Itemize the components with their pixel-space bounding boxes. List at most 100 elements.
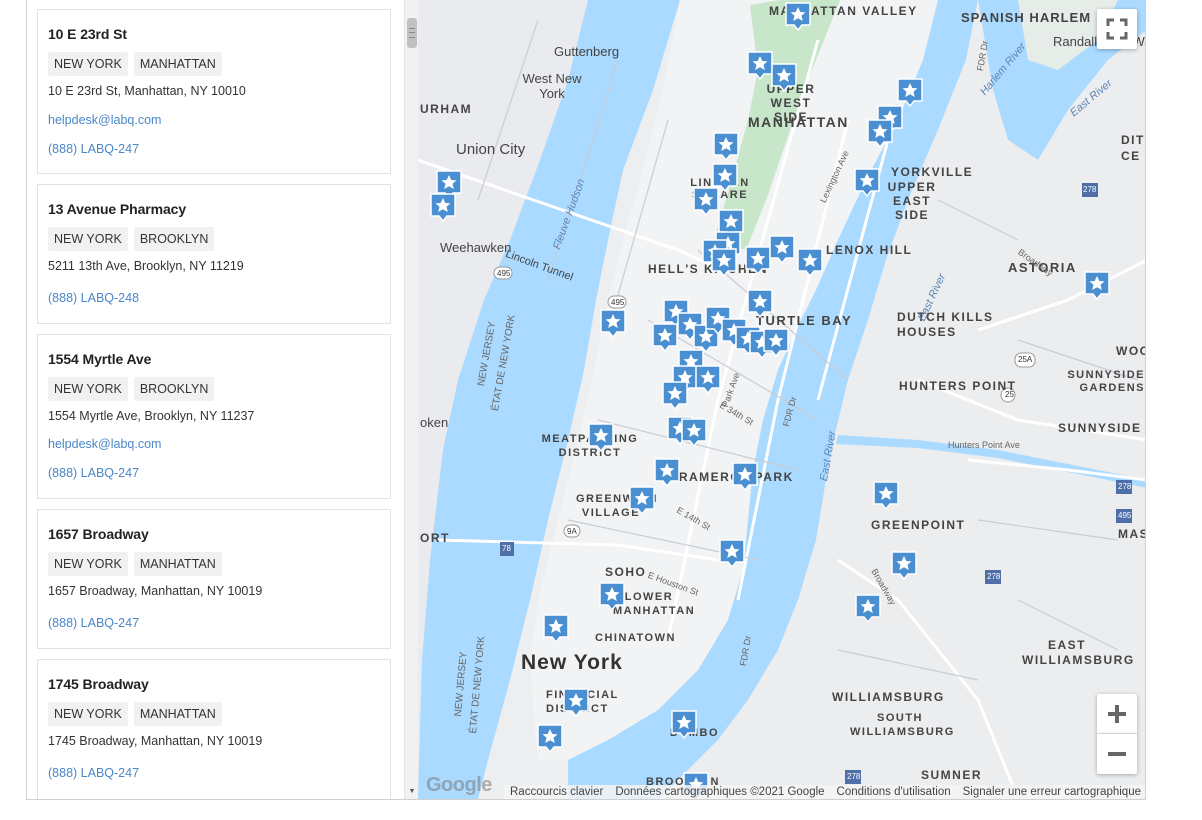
star-marker-icon [897, 78, 923, 107]
location-phone-link[interactable]: (888) LABQ-247 [48, 616, 139, 630]
location-marker[interactable] [731, 461, 759, 491]
map-label: Hunters Point Ave [948, 440, 1020, 450]
location-marker[interactable] [1083, 270, 1111, 300]
map-label: URHAM [420, 102, 473, 116]
location-marker[interactable] [872, 480, 900, 510]
location-marker[interactable] [628, 485, 656, 515]
scroll-down-arrow-icon[interactable]: ▼ [405, 787, 419, 797]
location-marker[interactable] [853, 167, 881, 197]
map-label: UPPER EAST SIDE [887, 180, 937, 222]
location-list[interactable]: 10 E 23rd St NEW YORK MANHATTAN 10 E 23r… [27, 0, 404, 799]
location-name: 13 Avenue Pharmacy [48, 201, 187, 217]
map-label: LENOX HILL [826, 243, 913, 257]
star-marker-icon [1084, 271, 1110, 300]
map-label: SOUTH WILLIAMSBURG [850, 712, 955, 738]
location-marker[interactable] [762, 327, 790, 357]
location-marker[interactable] [770, 62, 798, 92]
star-marker-icon [588, 423, 614, 452]
map-label: HUNTERS POINT [899, 379, 1017, 393]
highway-shield: 495 [497, 269, 511, 278]
map-label: SUNNYSIDE [1058, 421, 1142, 435]
star-marker-icon [693, 187, 719, 216]
state-tag: NEW YORK [48, 702, 128, 726]
scrollbar-thumb[interactable] [407, 18, 417, 48]
location-email-link[interactable]: helpdesk@labq.com [48, 437, 161, 451]
location-card[interactable]: 1657 Broadway NEW YORK MANHATTAN 1657 Br… [37, 509, 391, 649]
star-marker-icon [785, 2, 811, 31]
star-marker-icon [600, 309, 626, 338]
location-marker[interactable] [896, 77, 924, 107]
highway-shield: 495 [1118, 511, 1132, 520]
map-label: Guttenberg [554, 44, 620, 59]
location-phone-link[interactable]: (888) LABQ-247 [48, 766, 139, 780]
state-tag: NEW YORK [48, 377, 128, 401]
location-marker[interactable] [587, 422, 615, 452]
location-phone-link[interactable]: (888) LABQ-247 [48, 142, 139, 156]
location-marker[interactable] [866, 118, 894, 148]
map-label: WOO [1116, 344, 1145, 358]
star-marker-icon [563, 688, 589, 717]
location-email-link[interactable]: helpdesk@labq.com [48, 113, 161, 127]
star-marker-icon [713, 132, 739, 161]
location-marker[interactable] [890, 550, 918, 580]
map-view[interactable]: SPANISH HARLEM Randalls and Wards Island… [418, 0, 1145, 799]
fullscreen-button[interactable] [1097, 9, 1137, 49]
keyboard-shortcuts-link[interactable]: Raccourcis clavier [510, 785, 603, 799]
location-marker[interactable] [680, 417, 708, 447]
location-marker[interactable] [710, 247, 738, 277]
location-marker[interactable] [854, 593, 882, 623]
star-marker-icon [763, 328, 789, 357]
star-marker-icon [662, 381, 688, 410]
fullscreen-icon [1106, 18, 1128, 40]
star-marker-icon [891, 551, 917, 580]
highway-shield: 495 [611, 298, 625, 307]
location-marker[interactable] [661, 380, 689, 410]
star-marker-icon [719, 539, 745, 568]
grip-icon [409, 28, 415, 38]
zoom-in-button[interactable] [1097, 694, 1137, 734]
location-marker[interactable] [768, 234, 796, 264]
location-marker[interactable] [692, 186, 720, 216]
location-phone-link[interactable]: (888) LABQ-248 [48, 291, 139, 305]
star-marker-icon [671, 710, 697, 739]
location-card[interactable]: 1554 Myrtle Ave NEW YORK BROOKLYN 1554 M… [37, 334, 391, 499]
location-marker[interactable] [796, 247, 824, 277]
google-logo: Google [426, 774, 492, 796]
location-marker[interactable] [542, 613, 570, 643]
map-label: SOHO [605, 565, 647, 579]
map-label: SUMNER [921, 768, 983, 782]
location-marker[interactable] [599, 308, 627, 338]
location-marker[interactable] [694, 364, 722, 394]
star-marker-icon [873, 481, 899, 510]
location-marker[interactable] [598, 581, 626, 611]
location-marker[interactable] [429, 192, 457, 222]
star-marker-icon [654, 458, 680, 487]
star-marker-icon [430, 193, 456, 222]
location-phone-link[interactable]: (888) LABQ-247 [48, 466, 139, 480]
borough-tag: MANHATTAN [133, 552, 222, 576]
star-marker-icon [747, 289, 773, 318]
location-card[interactable]: 10 E 23rd St NEW YORK MANHATTAN 10 E 23r… [37, 9, 391, 174]
location-card[interactable]: 1745 Broadway NEW YORK MANHATTAN 1745 Br… [37, 659, 391, 799]
location-marker[interactable] [712, 131, 740, 161]
location-name: 10 E 23rd St [48, 26, 127, 42]
zoom-out-button[interactable] [1097, 734, 1137, 774]
map-label: SUNNYSIDE GARDENS [1067, 369, 1145, 394]
location-marker[interactable] [653, 457, 681, 487]
star-marker-icon [867, 119, 893, 148]
location-card[interactable]: 13 Avenue Pharmacy NEW YORK BROOKLYN 521… [37, 184, 391, 324]
map-label: DUTCH KILLS HOUSES [897, 310, 994, 339]
location-marker[interactable] [536, 723, 564, 753]
terms-link[interactable]: Conditions d'utilisation [837, 785, 951, 799]
borough-tag: BROOKLYN [133, 227, 215, 251]
highway-shield: 278 [1083, 185, 1097, 194]
star-marker-icon [797, 248, 823, 277]
location-marker[interactable] [670, 709, 698, 739]
report-error-link[interactable]: Signaler une erreur cartographique [963, 785, 1141, 799]
location-marker[interactable] [784, 1, 812, 31]
list-scrollbar[interactable]: ▼ [404, 0, 418, 799]
location-marker[interactable] [746, 288, 774, 318]
location-marker[interactable] [718, 538, 746, 568]
location-marker[interactable] [651, 322, 679, 352]
location-marker[interactable] [562, 687, 590, 717]
